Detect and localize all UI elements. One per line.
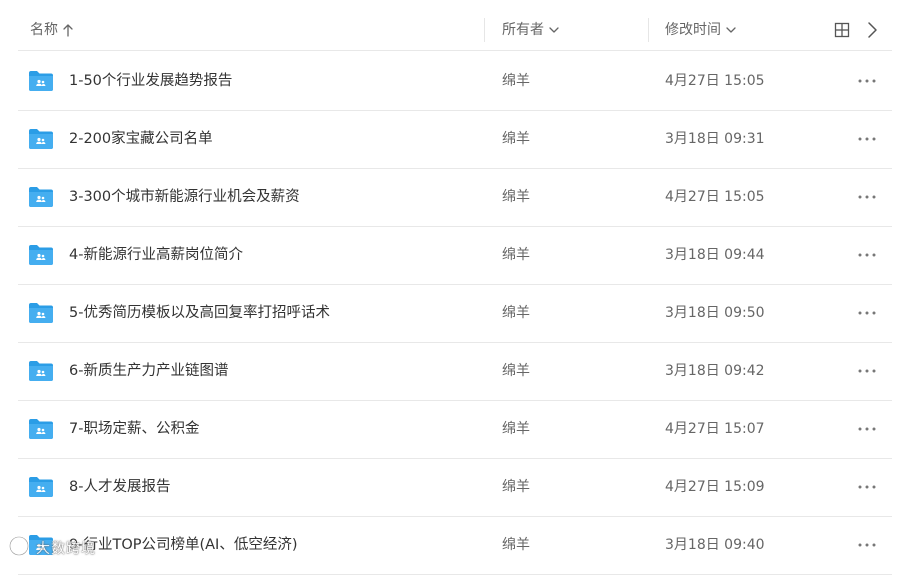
- shared-folder-icon: [28, 302, 54, 324]
- file-name[interactable]: 1-50个行业发展趋势报告: [69, 53, 232, 110]
- chevron-down-icon: [548, 25, 560, 35]
- file-modified-time: 3月18日 09:42: [665, 363, 765, 379]
- file-name[interactable]: 5-优秀简历模板以及高回复率打招呼话术: [69, 285, 330, 342]
- more-horizontal-icon[interactable]: [856, 535, 878, 555]
- list-header: 名称 所有者 修改时间: [18, 10, 892, 51]
- column-header-name-label: 名称: [30, 22, 58, 38]
- more-horizontal-icon[interactable]: [856, 129, 878, 149]
- more-horizontal-icon[interactable]: [856, 187, 878, 207]
- grid-view-icon[interactable]: [834, 22, 850, 38]
- file-modified-time: 4月27日 15:09: [665, 479, 765, 495]
- file-modified-time: 3月18日 09:40: [665, 537, 765, 553]
- file-owner: 绵羊: [502, 131, 530, 147]
- file-modified-time: 3月18日 09:44: [665, 247, 765, 263]
- table-row[interactable]: 8-人才发展报告 绵羊 4月27日 15:09: [18, 459, 892, 517]
- chevron-right-icon[interactable]: [866, 21, 878, 39]
- file-owner: 绵羊: [502, 421, 530, 437]
- shared-folder-icon: [28, 70, 54, 92]
- shared-folder-icon: [28, 186, 54, 208]
- file-modified-time: 3月18日 09:31: [665, 131, 765, 147]
- shared-folder-icon: [28, 128, 54, 150]
- table-row[interactable]: 1-50个行业发展趋势报告 绵羊 4月27日 15:05: [18, 53, 892, 111]
- file-owner: 绵羊: [502, 305, 530, 321]
- more-horizontal-icon[interactable]: [856, 71, 878, 91]
- file-owner: 绵羊: [502, 479, 530, 495]
- shared-folder-icon: [28, 476, 54, 498]
- column-header-time-label: 修改时间: [665, 22, 721, 38]
- file-owner: 绵羊: [502, 189, 530, 205]
- table-row[interactable]: 3-300个城市新能源行业机会及薪资 绵羊 4月27日 15:05: [18, 169, 892, 227]
- file-modified-time: 4月27日 15:07: [665, 421, 765, 437]
- more-horizontal-icon[interactable]: [856, 477, 878, 497]
- shared-folder-icon: [28, 360, 54, 382]
- shared-folder-icon: [28, 244, 54, 266]
- file-name[interactable]: 6-新质生产力产业链图谱: [69, 343, 228, 400]
- file-name[interactable]: 2-200家宝藏公司名单: [69, 111, 213, 168]
- more-horizontal-icon[interactable]: [856, 245, 878, 265]
- column-divider[interactable]: [484, 18, 485, 42]
- file-rows: 1-50个行业发展趋势报告 绵羊 4月27日 15:05 2-200家宝藏公司名…: [18, 53, 892, 575]
- more-horizontal-icon[interactable]: [856, 419, 878, 439]
- table-row[interactable]: 2-200家宝藏公司名单 绵羊 3月18日 09:31: [18, 111, 892, 169]
- file-name[interactable]: 4-新能源行业高薪岗位简介: [69, 227, 243, 284]
- file-owner: 绵羊: [502, 73, 530, 89]
- file-owner: 绵羊: [502, 537, 530, 553]
- table-row[interactable]: 5-优秀简历模板以及高回复率打招呼话术 绵羊 3月18日 09:50: [18, 285, 892, 343]
- file-name[interactable]: 3-300个城市新能源行业机会及薪资: [69, 169, 300, 226]
- watermark-text: 大数跨境: [36, 541, 96, 557]
- watermark: 大数跨境: [8, 534, 96, 562]
- column-header-owner-label: 所有者: [502, 22, 544, 38]
- file-modified-time: 4月27日 15:05: [665, 189, 765, 205]
- column-header-owner[interactable]: 所有者: [502, 10, 560, 50]
- file-modified-time: 4月27日 15:05: [665, 73, 765, 89]
- column-header-time[interactable]: 修改时间: [665, 10, 737, 50]
- file-name[interactable]: 9-行业TOP公司榜单(AI、低空经济): [69, 517, 297, 574]
- more-horizontal-icon[interactable]: [856, 303, 878, 323]
- arrow-up-icon: [62, 23, 74, 37]
- shared-folder-icon: [28, 418, 54, 440]
- table-row[interactable]: 4-新能源行业高薪岗位简介 绵羊 3月18日 09:44: [18, 227, 892, 285]
- header-tools: [834, 10, 878, 50]
- file-owner: 绵羊: [502, 247, 530, 263]
- table-row[interactable]: 9-行业TOP公司榜单(AI、低空经济) 绵羊 3月18日 09:40: [18, 517, 892, 575]
- more-horizontal-icon[interactable]: [856, 361, 878, 381]
- column-divider[interactable]: [648, 18, 649, 42]
- file-name[interactable]: 8-人才发展报告: [69, 459, 170, 516]
- file-modified-time: 3月18日 09:50: [665, 305, 765, 321]
- file-owner: 绵羊: [502, 363, 530, 379]
- chevron-down-icon: [725, 25, 737, 35]
- watermark-logo-icon: [8, 535, 30, 561]
- table-row[interactable]: 7-职场定薪、公积金 绵羊 4月27日 15:07: [18, 401, 892, 459]
- table-row[interactable]: 6-新质生产力产业链图谱 绵羊 3月18日 09:42: [18, 343, 892, 401]
- column-header-name[interactable]: 名称: [30, 10, 74, 50]
- file-name[interactable]: 7-职场定薪、公积金: [69, 401, 199, 458]
- file-list: 名称 所有者 修改时间 1-50个行业发展趋势报告 绵羊 4月27日 15:05…: [0, 0, 900, 575]
